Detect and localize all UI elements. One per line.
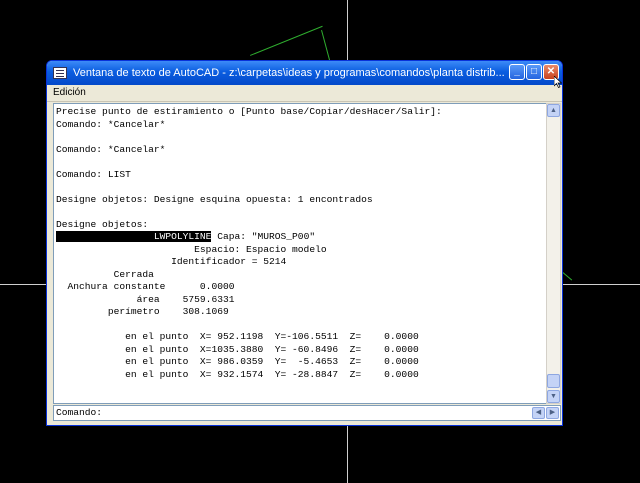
history-line: Espacio: Espacio modelo xyxy=(56,243,327,255)
history-line xyxy=(54,206,442,219)
history-line: Identificador = 5214 xyxy=(56,256,287,267)
scroll-thumb[interactable] xyxy=(547,374,560,388)
history-line: Comando: LIST xyxy=(56,168,131,180)
history-line: Precise punto de estiramiento o [Punto b… xyxy=(56,106,442,117)
scroll-up-button[interactable]: ▲ xyxy=(547,104,560,117)
history-lines: Precise punto de estiramiento o [Punto b… xyxy=(54,106,442,381)
drawing-line xyxy=(562,272,573,281)
history-line: en el punto X= 952.1198 Y=-106.5511 Z= 0… xyxy=(56,331,419,342)
history-line: Anchura constante 0.0000 xyxy=(56,281,235,292)
autocad-text-window: Ventana de texto de AutoCAD - z:\carpeta… xyxy=(46,60,563,426)
history-line: Designe objetos: Designe esquina opuesta… xyxy=(56,193,373,205)
scroll-down-button[interactable]: ▼ xyxy=(547,390,560,403)
command-line[interactable]: Comando: ◀ ▶ xyxy=(53,405,561,421)
history-line xyxy=(54,131,442,144)
history-line: en el punto X= 932.1574 Y= -28.8847 Z= 0… xyxy=(56,368,419,380)
history-line: Designe objetos: xyxy=(56,218,149,230)
maximize-button[interactable]: □ xyxy=(526,64,542,80)
history-line: en el punto X=1035.3880 Y= -60.8496 Z= 0… xyxy=(56,343,419,355)
scroll-right-button[interactable]: ▶ xyxy=(546,407,559,419)
menu-bar: Edición xyxy=(47,85,562,102)
history-line: área 5759.6331 xyxy=(56,293,235,305)
history-line: Cerrada xyxy=(56,268,154,280)
command-history[interactable]: Precise punto de estiramiento o [Punto b… xyxy=(53,103,547,404)
history-line xyxy=(54,319,442,332)
app-icon xyxy=(53,67,67,79)
window-title: Ventana de texto de AutoCAD - z:\carpeta… xyxy=(73,67,505,79)
minimize-button[interactable]: _ xyxy=(509,64,525,80)
scroll-left-button[interactable]: ◀ xyxy=(532,407,545,419)
history-line: en el punto X= 986.0359 Y= -5.4653 Z= 0.… xyxy=(56,356,419,367)
history-line xyxy=(54,156,442,169)
lwpolyline-line: LWPOLYLINE Capa: "MUROS_P00" xyxy=(54,231,442,244)
history-line: perímetro 308.1069 xyxy=(56,306,229,317)
vertical-scrollbar[interactable]: ▲ ▼ xyxy=(546,103,561,404)
layer-text: Capa: "MUROS_P00" xyxy=(211,231,316,242)
mouse-cursor-icon xyxy=(554,76,562,88)
menu-item-edicion[interactable]: Edición xyxy=(53,87,86,98)
title-bar[interactable]: Ventana de texto de AutoCAD - z:\carpeta… xyxy=(47,61,562,85)
lwpolyline-highlight: LWPOLYLINE xyxy=(56,231,212,242)
history-line: Comando: *Cancelar* xyxy=(56,143,166,155)
history-line: Comando: *Cancelar* xyxy=(56,118,166,130)
command-prompt: Comando: xyxy=(56,407,103,418)
drawing-line xyxy=(250,25,323,56)
history-line xyxy=(54,181,442,194)
